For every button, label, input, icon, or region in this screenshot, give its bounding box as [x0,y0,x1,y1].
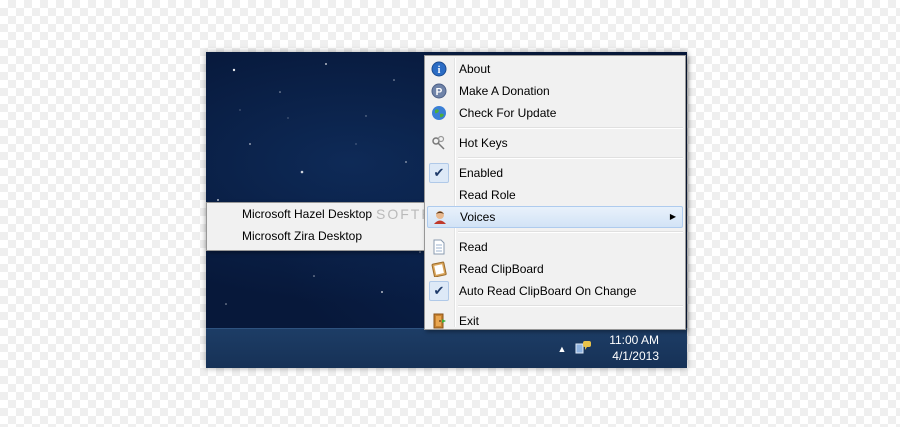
submenu-arrow-icon: ▶ [669,212,676,221]
menu-item-label: Auto Read ClipBoard On Change [459,284,637,298]
menu-item-label: Enabled [459,166,504,180]
clock-date: 4/1/2013 [612,349,659,363]
svg-text:i: i [438,65,441,76]
menu-separator [458,305,683,307]
menu-item-make-donation[interactable]: P Make A Donation [427,80,683,102]
show-hidden-icons-chevron-icon[interactable]: ▲ [555,342,569,356]
menu-item-read[interactable]: Read [427,236,683,258]
menu-item-label: Hot Keys [459,136,508,150]
voices-icon [432,209,448,225]
checkmark-icon: ✔ [429,163,449,183]
menu-item-label: Check For Update [459,106,557,120]
menu-separator [458,231,683,233]
menu-item-hot-keys[interactable]: Hot Keys [427,132,683,154]
tray-context-menu: i About P Make A Donation Check For Upda… [424,55,686,330]
menu-item-label: Read [459,240,488,254]
menu-item-label: About [459,62,491,76]
menu-item-enabled[interactable]: ✔ Enabled [427,162,683,184]
svg-text:P: P [436,87,443,98]
menu-item-label: Read ClipBoard [459,262,544,276]
taskbar: ▲ 11:00 AM 4/1/2013 [206,328,687,368]
menu-item-read-role[interactable]: Read Role [427,184,683,206]
menu-item-read-clipboard[interactable]: Read ClipBoard [427,258,683,280]
info-icon: i [431,61,447,77]
menu-separator [458,127,683,129]
menu-item-label: Voices [460,210,496,224]
menu-item-label: Exit [459,314,480,328]
menu-item-check-update[interactable]: Check For Update [427,102,683,124]
menu-separator [458,157,683,159]
paypal-icon: P [431,83,447,99]
menu-item-auto-read-clipboard[interactable]: ✔ Auto Read ClipBoard On Change [427,280,683,302]
menu-item-exit[interactable]: Exit [427,310,683,332]
exit-door-icon [431,313,447,329]
voice-option-zira[interactable]: Microsoft Zira Desktop [207,225,427,247]
tray-app-icon[interactable] [575,338,593,356]
clipboard-icon [431,261,447,278]
clock-time: 11:00 AM [609,333,659,347]
system-clock[interactable]: 11:00 AM 4/1/2013 [609,332,659,364]
menu-item-label: Read Role [459,188,516,202]
document-icon [431,239,447,255]
menu-item-about[interactable]: i About [427,58,683,80]
globe-icon [431,105,447,121]
checkmark-icon: ✔ [429,281,449,301]
menu-item-label: Make A Donation [459,84,550,98]
menu-item-voices[interactable]: Voices ▶ [427,206,683,228]
keys-icon [431,135,447,151]
